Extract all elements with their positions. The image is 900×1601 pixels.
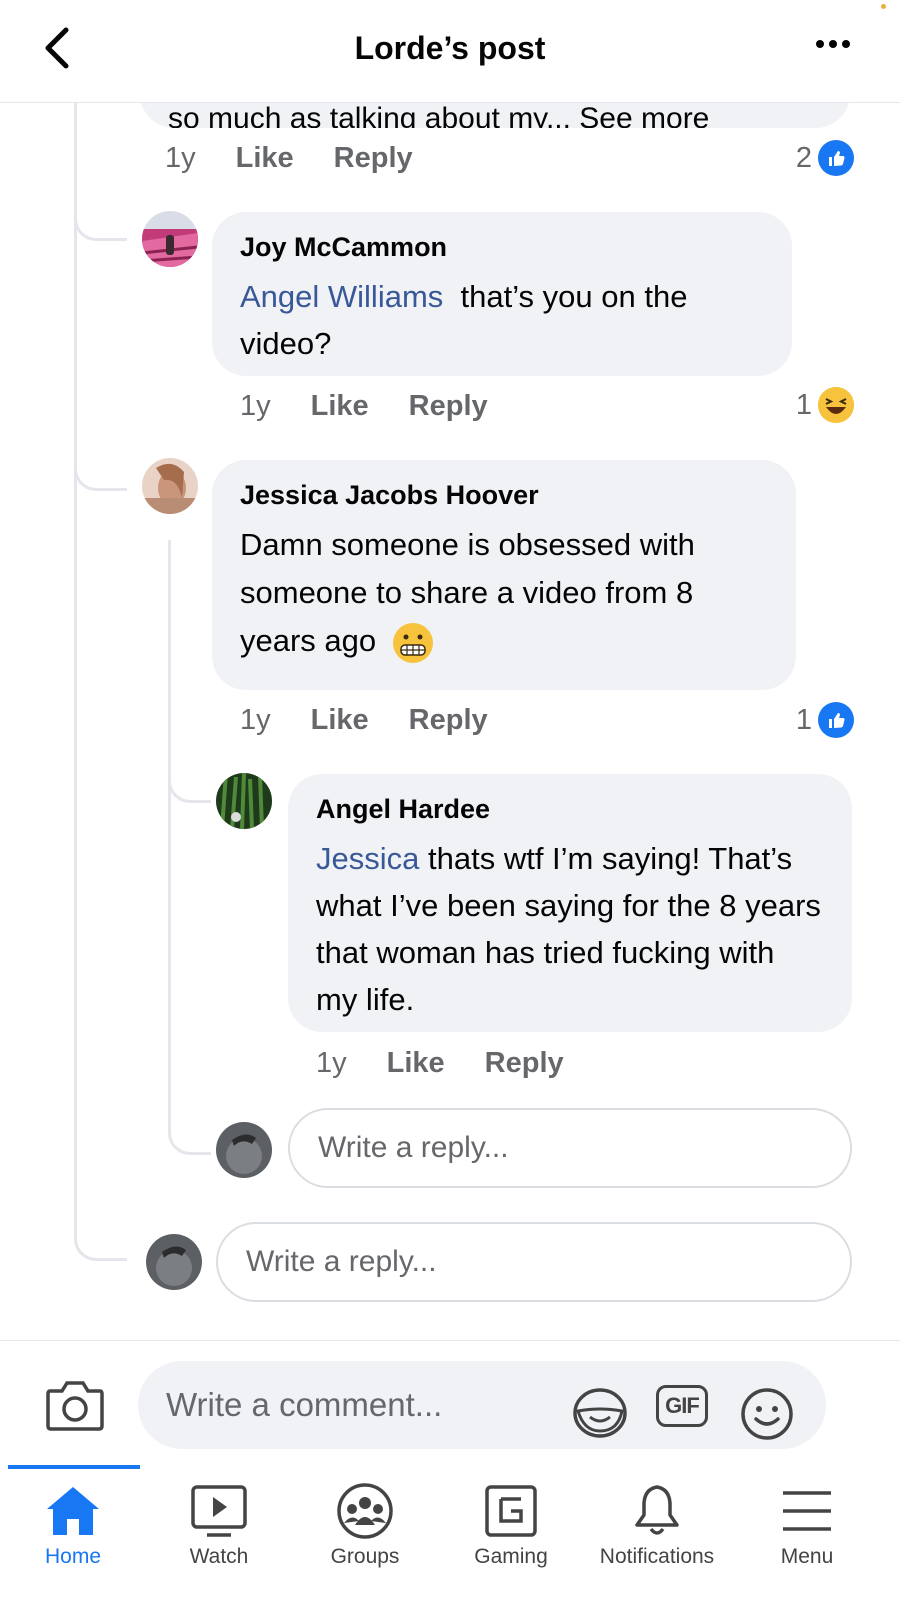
current-user-avatar (216, 1122, 272, 1178)
reply-input-placeholder: Write a reply... (318, 1131, 509, 1164)
emoji-icon[interactable] (740, 1387, 794, 1441)
active-tab-indicator (8, 1465, 140, 1469)
comment-actions: 1y Like Reply (316, 1047, 564, 1080)
comment-author[interactable]: Jessica Jacobs Hoover (240, 480, 768, 511)
comment-composer: Write a comment... GIF (0, 1340, 900, 1466)
comment-actions: 1y Like Reply (240, 704, 488, 737)
avatar[interactable] (216, 773, 272, 829)
comment-actions: 1y Like Reply (240, 390, 488, 423)
comment-text: Jessica thats wtf I’m saying! That’s wha… (316, 835, 824, 1023)
comment-time: 1y (240, 704, 271, 736)
top-bar: Lorde’s post (0, 0, 900, 103)
tab-watch[interactable]: Watch (146, 1483, 292, 1569)
tab-label: Gaming (474, 1545, 548, 1568)
thread-curve (74, 180, 127, 241)
menu-icon (783, 1491, 831, 1531)
reply-link[interactable]: Reply (334, 142, 413, 175)
mention-link[interactable]: Angel Williams (240, 279, 443, 314)
like-link[interactable]: Like (387, 1047, 445, 1080)
comment-bubble[interactable]: Jessica Jacobs Hoover Damn someone is ob… (212, 460, 796, 690)
comment-input[interactable]: Write a comment... (138, 1361, 826, 1449)
comment-body: Damn someone is obsessed with someone to… (240, 527, 695, 658)
page-title: Lorde’s post (354, 30, 546, 66)
reply-link[interactable]: Reply (485, 1047, 564, 1080)
tab-label: Home (44, 1545, 102, 1568)
tab-home[interactable]: Home (0, 1483, 146, 1569)
tab-notifications[interactable]: Notifications (584, 1483, 730, 1569)
comment-author[interactable]: Joy McCammon (240, 232, 764, 263)
reply-link[interactable]: Reply (409, 704, 488, 737)
thread-curve (74, 1200, 127, 1261)
thread-line (74, 100, 77, 1220)
gif-label: GIF (665, 1393, 700, 1418)
comment-bubble[interactable]: Angel Hardee Jessica thats wtf I’m sayin… (288, 774, 852, 1032)
more-options-button[interactable] (816, 40, 850, 48)
comment-input-placeholder: Write a comment... (166, 1386, 443, 1423)
nested-thread-curve (168, 748, 211, 803)
reaction-summary[interactable]: 1 (796, 702, 854, 738)
comment-author[interactable]: Angel Hardee (316, 794, 824, 825)
tab-label: Notifications (599, 1545, 715, 1568)
nested-thread-line (168, 540, 171, 1120)
home-icon (47, 1487, 99, 1535)
sticker-icon[interactable] (572, 1387, 628, 1439)
like-link[interactable]: Like (311, 390, 369, 423)
tab-menu[interactable]: Menu (734, 1483, 880, 1569)
reply-input[interactable]: Write a reply... (216, 1222, 852, 1302)
haha-reaction-icon (818, 387, 854, 423)
groups-icon (337, 1483, 393, 1539)
comments-area: so much as talking about my... See more … (0, 0, 900, 1340)
comment-time: 1y (316, 1047, 347, 1079)
watch-icon (191, 1485, 247, 1537)
comment-time: 1y (165, 142, 196, 174)
tab-groups[interactable]: Groups (292, 1483, 438, 1569)
avatar[interactable] (142, 458, 198, 514)
reaction-summary[interactable]: 1 (796, 387, 854, 423)
dot (842, 40, 850, 48)
reply-input[interactable]: Write a reply... (288, 1108, 852, 1188)
thread-curve (74, 430, 127, 491)
like-link[interactable]: Like (311, 704, 369, 737)
comment-actions: 1y Like Reply (165, 142, 413, 175)
like-reaction-icon (818, 702, 854, 738)
tab-label: Groups (330, 1545, 400, 1568)
reply-input-placeholder: Write a reply... (246, 1245, 437, 1278)
comment-text-truncated: so much as talking about my... See more (168, 102, 710, 128)
current-user-avatar (146, 1234, 202, 1290)
comment-text: Angel Williams that’s you on the video? (240, 273, 764, 367)
reply-link[interactable]: Reply (409, 390, 488, 423)
like-reaction-icon (818, 140, 854, 176)
reaction-count: 2 (795, 141, 812, 174)
tab-label: Watch (189, 1545, 249, 1568)
gaming-icon (485, 1485, 537, 1537)
nested-thread-curve (168, 1100, 211, 1155)
tab-gaming[interactable]: Gaming (438, 1483, 584, 1569)
camera-icon (46, 1381, 104, 1431)
comment-bubble[interactable]: Joy McCammon Angel Williams that’s you o… (212, 212, 792, 376)
reaction-count: 1 (795, 703, 812, 736)
dot (816, 40, 824, 48)
comment-text: Damn someone is obsessed with someone to… (240, 521, 768, 665)
comment-time: 1y (240, 390, 271, 422)
gif-button[interactable]: GIF (656, 1385, 708, 1427)
like-link[interactable]: Like (236, 142, 294, 175)
dot (829, 40, 837, 48)
reaction-count: 1 (795, 388, 812, 421)
camera-button[interactable] (44, 1377, 106, 1433)
avatar[interactable] (142, 211, 198, 267)
bell-icon (635, 1485, 679, 1535)
tab-label: Menu (780, 1545, 834, 1568)
reaction-summary[interactable]: 2 (796, 140, 854, 176)
mention-link[interactable]: Jessica (316, 841, 419, 876)
grimace-emoji-icon (392, 622, 433, 663)
bottom-nav: Home Watch Groups Gaming Notifications M… (0, 1465, 900, 1601)
status-dot (881, 4, 886, 9)
